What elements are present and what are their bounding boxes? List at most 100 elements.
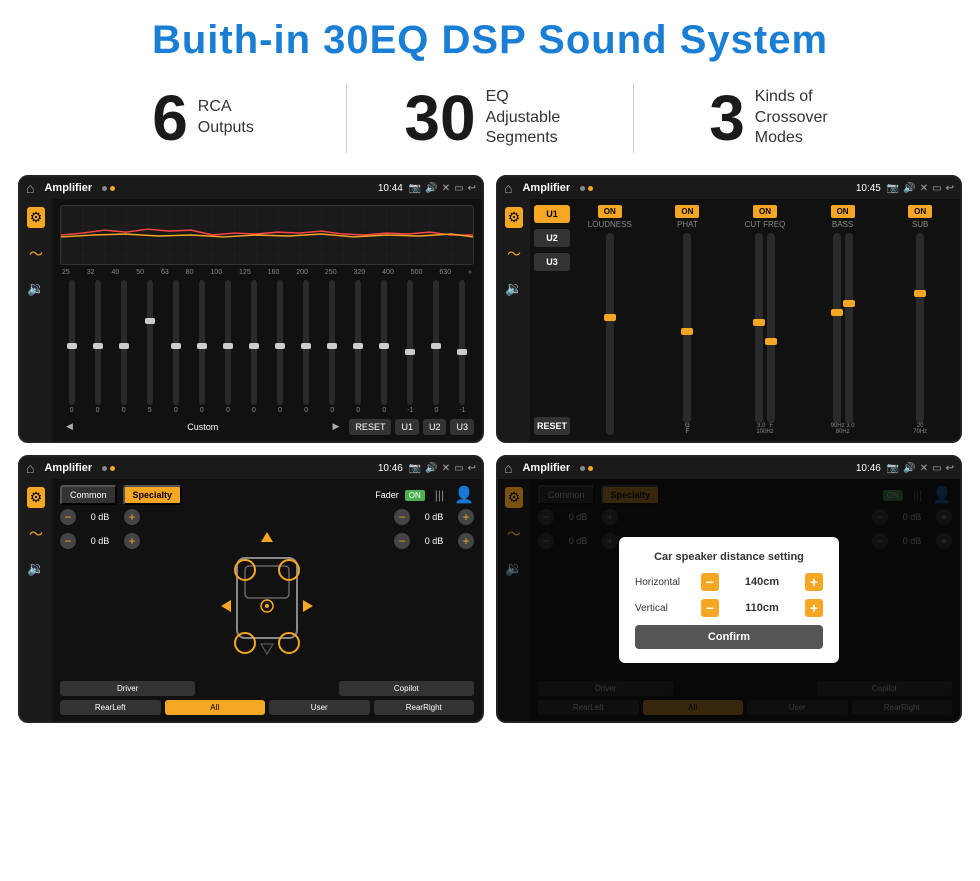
eq-slider-3: 5 [138, 280, 161, 414]
dialog-row-vertical: Vertical − 110cm + [635, 599, 823, 617]
prev-button[interactable]: ◀ [60, 418, 79, 435]
btn-user[interactable]: User [269, 700, 370, 715]
slider-bass-f[interactable] [833, 233, 841, 423]
window-icon: ▭ [454, 183, 463, 194]
ctrl-cutfreq: ON CUT FREQ 3.0 F [729, 205, 801, 435]
home-icon-2[interactable]: ⌂ [504, 180, 512, 196]
wave-icon-2[interactable]: 〜 [507, 244, 521, 264]
status-icons-3: 📷 🔊 ✕ ▭ ↩ [409, 463, 476, 474]
db-row-rr: − 0 dB + [394, 533, 474, 549]
eq-main: 25 32 40 50 63 80 100 125 160 200 250 32… [52, 199, 482, 441]
wave-icon-3[interactable]: 〜 [29, 524, 43, 544]
back-icon-3[interactable]: ↩ [468, 463, 476, 474]
eq-slider-11: 0 [347, 280, 370, 414]
back-icon-4[interactable]: ↩ [946, 463, 954, 474]
u2-button[interactable]: U2 [423, 419, 447, 435]
volume-icon-3: 🔊 [425, 463, 437, 474]
toggle-bass[interactable]: ON [831, 205, 855, 218]
toggle-cutfreq[interactable]: ON [753, 205, 777, 218]
stat-label-eq: EQ AdjustableSegments [486, 87, 576, 149]
reset-button[interactable]: RESET [349, 419, 391, 435]
reset-crossover[interactable]: RESET [534, 417, 570, 435]
speaker-icon[interactable]: 🔉 [27, 280, 44, 297]
label-cutfreq: CUT FREQ [745, 220, 786, 229]
screens-grid: ⌂ Amplifier 10:44 📷 🔊 ✕ ▭ ↩ ⚙ 〜 🔉 [0, 167, 980, 731]
screen-eq: ⌂ Amplifier 10:44 📷 🔊 ✕ ▭ ↩ ⚙ 〜 🔉 [18, 175, 484, 443]
window-icon-3: ▭ [454, 463, 463, 474]
btn-rearright[interactable]: RearRight [374, 700, 475, 715]
preset-u2[interactable]: U2 [534, 229, 570, 247]
eq-icon[interactable]: ⚙ [27, 207, 46, 228]
btn-rearleft[interactable]: RearLeft [60, 700, 161, 715]
preset-u1[interactable]: U1 [534, 205, 570, 223]
btn-empty [199, 681, 334, 696]
stat-eq: 30 EQ AdjustableSegments [347, 86, 633, 150]
horizontal-minus[interactable]: − [701, 573, 719, 591]
db-minus-rr[interactable]: − [394, 533, 410, 549]
slider-cutfreq-g[interactable] [755, 233, 763, 423]
dot-7 [580, 466, 585, 471]
db-plus-rl[interactable]: + [124, 533, 140, 549]
camera-icon-3: 📷 [409, 463, 421, 474]
home-icon-1[interactable]: ⌂ [26, 180, 34, 196]
slider-bass-g[interactable] [845, 233, 853, 423]
home-icon-3[interactable]: ⌂ [26, 460, 34, 476]
eq-slider-7: 0 [242, 280, 265, 414]
screen-title-2: Amplifier [522, 182, 570, 194]
toggle-sub[interactable]: ON [908, 205, 932, 218]
status-icons-2: 📷 🔊 ✕ ▭ ↩ [887, 183, 954, 194]
dot-3 [580, 186, 585, 191]
preset-list: U1 U2 U3 RESET [534, 205, 570, 435]
screen-fader: ⌂ Amplifier 10:46 📷 🔊 ✕ ▭ ↩ ⚙ 〜 🔉 [18, 455, 484, 723]
btn-driver[interactable]: Driver [60, 681, 195, 696]
fader-slider-indicator[interactable]: ||| [435, 488, 444, 502]
eq-icon-2[interactable]: ⚙ [505, 207, 524, 228]
db-plus-fr[interactable]: + [458, 509, 474, 525]
vertical-minus[interactable]: − [701, 599, 719, 617]
page-title: Buith-in 30EQ DSP Sound System [0, 0, 980, 73]
dot-4 [588, 186, 593, 191]
back-icon[interactable]: ↩ [468, 183, 476, 194]
car-svg [217, 528, 317, 658]
home-icon-4[interactable]: ⌂ [504, 460, 512, 476]
vertical-plus[interactable]: + [805, 599, 823, 617]
tab-specialty[interactable]: Specialty [123, 485, 183, 505]
toggle-phat[interactable]: ON [675, 205, 699, 218]
tab-common[interactable]: Common [60, 485, 117, 505]
db-plus-rr[interactable]: + [458, 533, 474, 549]
vertical-value: 110cm [723, 602, 801, 614]
u3-button[interactable]: U3 [450, 419, 474, 435]
slider-phat[interactable] [683, 233, 691, 423]
screen-crossover: ⌂ Amplifier 10:45 📷 🔊 ✕ ▭ ↩ ⚙ 〜 🔉 [496, 175, 962, 443]
speaker-icon-3[interactable]: 🔉 [27, 560, 44, 577]
status-bar-3: ⌂ Amplifier 10:46 📷 🔊 ✕ ▭ ↩ [20, 457, 482, 479]
db-minus-rl[interactable]: − [60, 533, 76, 549]
horizontal-plus[interactable]: + [805, 573, 823, 591]
u1-button[interactable]: U1 [395, 419, 419, 435]
btn-all[interactable]: All [165, 700, 266, 715]
status-dots-2 [580, 186, 593, 191]
fader-on-badge[interactable]: ON [405, 490, 425, 501]
eq-slider-12: 0 [373, 280, 396, 414]
speaker-icon-2[interactable]: 🔉 [505, 280, 522, 297]
eq-slider-0: 0 [60, 280, 83, 414]
confirm-button[interactable]: Confirm [635, 625, 823, 649]
stat-label-crossover: Kinds ofCrossover Modes [755, 87, 845, 149]
distance-dialog: Car speaker distance setting Horizontal … [619, 537, 839, 663]
wave-icon[interactable]: 〜 [29, 244, 43, 264]
db-minus-fr[interactable]: − [394, 509, 410, 525]
horizontal-value: 140cm [723, 576, 801, 588]
volume-icon-2: 🔊 [903, 183, 915, 194]
slider-loudness[interactable] [606, 233, 614, 435]
slider-cutfreq-f[interactable] [767, 233, 775, 423]
next-button[interactable]: ▶ [327, 418, 346, 435]
eq-freq-labels: 25 32 40 50 63 80 100 125 160 200 250 32… [60, 269, 474, 276]
btn-copilot[interactable]: Copilot [339, 681, 474, 696]
slider-sub[interactable] [916, 233, 924, 423]
db-plus-fl[interactable]: + [124, 509, 140, 525]
toggle-loudness[interactable]: ON [598, 205, 622, 218]
preset-u3[interactable]: U3 [534, 253, 570, 271]
eq-icon-3[interactable]: ⚙ [27, 487, 46, 508]
back-icon-2[interactable]: ↩ [946, 183, 954, 194]
db-minus-fl[interactable]: − [60, 509, 76, 525]
